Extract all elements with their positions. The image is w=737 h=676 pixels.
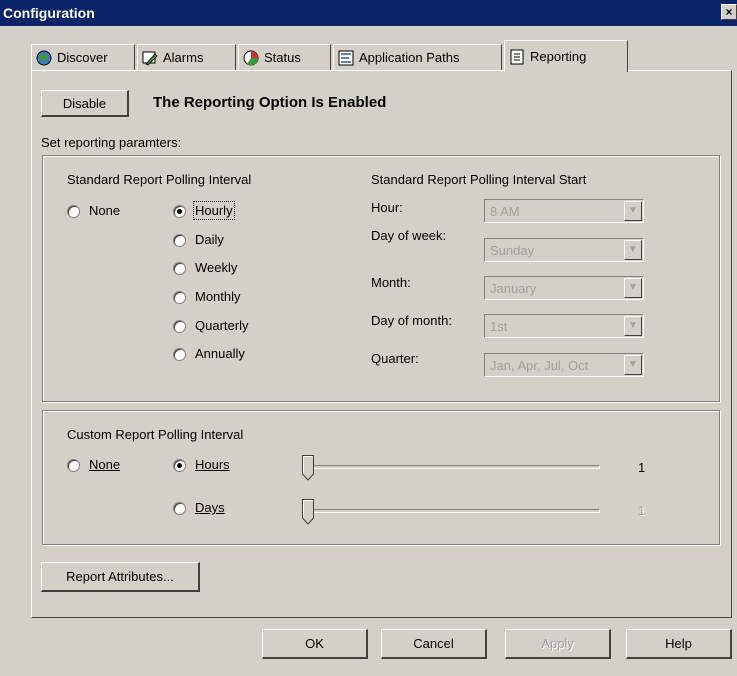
days-label: Days (195, 500, 225, 515)
hour-select[interactable]: 8 AM ▼ (484, 199, 644, 223)
custom-none-radio[interactable] (67, 459, 80, 472)
hourly-radio[interactable] (173, 205, 186, 218)
report-attributes-button[interactable]: Report Attributes... (41, 562, 200, 592)
quarter-select[interactable]: Jan, Apr, Jul, Oct ▼ (484, 353, 644, 377)
hours-slider-track (306, 465, 600, 469)
hours-radio[interactable] (173, 459, 186, 472)
daily-label: Daily (195, 232, 224, 247)
monthly-label: Monthly (195, 289, 241, 304)
quarterly-label: Quarterly (195, 318, 249, 333)
day-of-month-select[interactable]: 1st ▼ (484, 314, 644, 338)
days-slider-track (306, 509, 600, 513)
hour-label: Hour: (371, 200, 403, 215)
quarterly-radio[interactable] (173, 320, 186, 333)
daily-radio[interactable] (173, 234, 186, 247)
day-of-week-select[interactable]: Sunday ▼ (484, 238, 644, 262)
chevron-down-icon: ▼ (624, 240, 642, 260)
annually-radio[interactable] (173, 348, 186, 361)
start-group-title: Standard Report Polling Interval Start (371, 172, 587, 187)
hours-value: 1 (638, 460, 646, 475)
weekly-label: Weekly (195, 260, 238, 275)
weekly-radio[interactable] (173, 262, 186, 275)
month-label: Month: (371, 275, 411, 290)
hours-label: Hours (195, 457, 230, 472)
days-slider-thumb[interactable] (302, 499, 314, 525)
standard-group-title: Standard Report Polling Interval (67, 172, 252, 187)
disable-button[interactable]: Disable (41, 90, 129, 117)
annually-label: Annually (195, 346, 245, 361)
standard-none-label: None (89, 203, 121, 218)
hourly-label: Hourly (193, 201, 235, 220)
chevron-down-icon: ▼ (624, 201, 642, 221)
reporting-status-text: The Reporting Option Is Enabled (153, 94, 387, 111)
month-select[interactable]: January ▼ (484, 276, 644, 300)
hours-slider-thumb[interactable] (302, 455, 314, 481)
chevron-down-icon: ▼ (624, 355, 642, 375)
quarter-label: Quarter: (371, 351, 419, 366)
days-radio[interactable] (173, 502, 186, 515)
set-params-label: Set reporting paramters: (41, 135, 182, 150)
monthly-radio[interactable] (173, 291, 186, 304)
reporting-content: Disable The Reporting Option Is Enabled … (0, 0, 737, 676)
day-of-week-label: Day of week: (371, 228, 447, 243)
chevron-down-icon: ▼ (624, 278, 642, 298)
chevron-down-icon: ▼ (624, 316, 642, 336)
configuration-dialog: Configuration × Discover Alarms Status A… (0, 0, 737, 676)
days-value: 1 (638, 503, 646, 518)
standard-none-radio[interactable] (67, 205, 80, 218)
day-of-month-label: Day of month: (371, 313, 452, 328)
custom-none-label: None (89, 457, 121, 472)
custom-group-title: Custom Report Polling Interval (67, 427, 244, 442)
